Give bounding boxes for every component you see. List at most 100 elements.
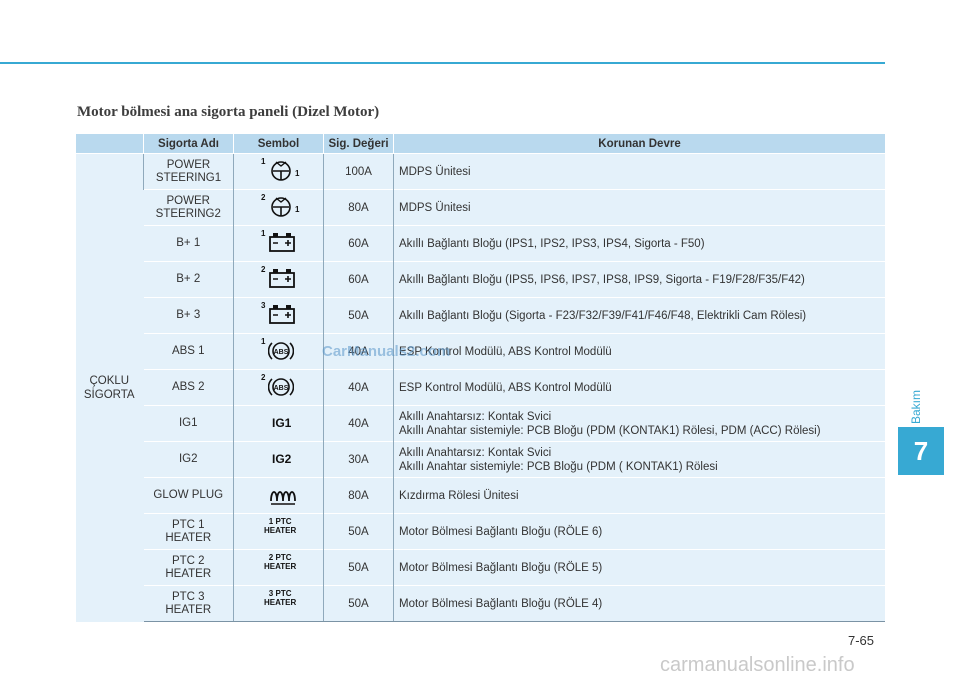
ptc-label: 2 PTC HEATER — [264, 553, 296, 571]
abs-icon: 1 ABS — [234, 334, 323, 369]
protected-circuit: Akıllı Bağlantı Bloğu (IPS5, IPS6, IPS7,… — [393, 261, 885, 298]
circuit-line: Akıllı Anahtar sistemiyle: PCB Bloğu (PD… — [399, 424, 821, 437]
protected-circuit: Akıllı Anahtarsız: Kontak Svici Akıllı An… — [393, 405, 885, 442]
table-row: IG2 IG2 30A Akıllı Anahtarsız: Kontak Svici… — [76, 441, 885, 478]
header-circuit: Korunan Devre — [393, 134, 885, 154]
fuse-name-line: ABS 2 — [171, 381, 205, 393]
ptc-number: 3 — [268, 589, 274, 598]
ptc-label: 1 PTC HEATER — [264, 517, 296, 535]
circuit-line: Akıllı Bağlantı Bloğu (Sigorta - F23/F32… — [399, 309, 807, 322]
fuse-name-line: B+ 2 — [176, 273, 201, 285]
ptc-number: 2 — [268, 553, 274, 562]
fuse-name-line: B+ 3 — [176, 309, 201, 321]
fuse-name-line: PTC 1 — [171, 518, 205, 531]
ig-label: IG1 — [272, 416, 292, 430]
fuse-symbol: 21 — [233, 189, 324, 226]
fuse-table: Sigorta Adı Sembol Sig. Değeri Korunan D… — [75, 134, 885, 622]
protected-circuit: Motor Bölmesi Bağlantı Bloğu (RÖLE 4) — [393, 585, 885, 622]
header-value: Sig. Değeri — [323, 134, 394, 154]
symbol-number: 2 — [261, 193, 266, 202]
table-row: ABS 2 2 ABS 40A ESP Kontrol Modülü, ABS Kont… — [76, 369, 885, 406]
fuse-name-line: GLOW PLUG — [153, 489, 224, 501]
ptc-text: PTC — [275, 517, 292, 526]
symbol-number: 1 — [295, 205, 300, 214]
fuse-value: 60A — [323, 261, 394, 298]
ptc-text: PTC — [275, 589, 292, 598]
header-blank — [75, 134, 144, 154]
group-label: ÇOKLU SİGORTA — [75, 153, 144, 622]
fuse-symbol: 2 PTC HEATER — [233, 549, 324, 586]
fuse-value: 60A — [323, 225, 394, 262]
fuse-symbol: 1 ABS — [233, 333, 324, 370]
fuse-name: IG2 — [143, 441, 234, 478]
fuse-name: B+ 1 — [143, 225, 234, 262]
protected-circuit: Akıllı Anahtarsız: Kontak Svici Akıllı An… — [393, 441, 885, 478]
battery-icon: 2 — [234, 262, 323, 297]
fuse-name-line: STEERING2 — [155, 207, 221, 220]
chapter-number: 7 — [898, 427, 944, 475]
table-row: B+ 3 3 50A Akıllı Bağlantı Bloğu (Sigorta -… — [76, 297, 885, 334]
fuse-symbol: 11 — [233, 153, 324, 190]
fuse-name: B+ 2 — [143, 261, 234, 298]
fuse-symbol: IG2 — [233, 441, 324, 478]
fuse-name-line: HEATER — [165, 531, 212, 544]
table-row: PTC 3 HEATER 3 PTC HEATER 50A Motor Bölmesi B… — [76, 585, 885, 622]
fuse-name: GLOW PLUG — [143, 477, 234, 514]
fuse-value: 100A — [323, 153, 394, 190]
table-row: PTC 1 HEATER 1 PTC HEATER 50A Motor Bölmesi B… — [76, 513, 885, 550]
fuse-name-line: STEERING1 — [155, 171, 222, 184]
top-rule — [0, 62, 885, 64]
ig-label: IG2 — [272, 452, 292, 466]
circuit-line: Motor Bölmesi Bağlantı Bloğu (RÖLE 6) — [399, 525, 603, 538]
svg-text:ABS: ABS — [274, 385, 289, 392]
svg-text:ABS: ABS — [274, 349, 289, 356]
fuse-name-line: PTC 3 — [171, 590, 205, 603]
protected-circuit: Motor Bölmesi Bağlantı Bloğu (RÖLE 6) — [393, 513, 885, 550]
battery-icon: 1 — [234, 226, 323, 261]
circuit-line: Akıllı Bağlantı Bloğu (IPS5, IPS6, IPS7,… — [399, 273, 805, 286]
circuit-line: MDPS Ünitesi — [399, 165, 471, 178]
protected-circuit: MDPS Ünitesi — [393, 189, 885, 226]
chapter-label: Bakım — [909, 390, 923, 425]
protected-circuit: Akıllı Bağlantı Bloğu (IPS1, IPS2, IPS3,… — [393, 225, 885, 262]
fuse-value: 50A — [323, 549, 394, 586]
fuse-name: POWER STEERING2 — [143, 189, 234, 226]
fuse-name: POWER STEERING1 — [143, 153, 234, 190]
fuse-symbol: 2 — [233, 261, 324, 298]
circuit-line: Akıllı Anahtar sistemiyle: PCB Bloğu (PD… — [399, 460, 718, 473]
symbol-number: 1 — [295, 169, 300, 178]
protected-circuit: Kızdırma Rölesi Ünitesi — [393, 477, 885, 514]
fuse-value: 50A — [323, 513, 394, 550]
fuse-symbol — [233, 477, 324, 514]
fuse-symbol: 1 — [233, 225, 324, 262]
page-title: Motor bölmesi ana sigorta paneli (Dizel … — [77, 104, 380, 120]
symbol-number: 2 — [261, 265, 266, 274]
symbol-number: 1 — [261, 337, 266, 346]
battery-icon: 3 — [234, 298, 323, 333]
glow-plug-icon — [234, 478, 323, 513]
fuse-symbol: IG1 — [233, 405, 324, 442]
fuse-name: PTC 1 HEATER — [143, 513, 234, 550]
fuse-name-line: B+ 1 — [176, 237, 201, 249]
protected-circuit: Motor Bölmesi Bağlantı Bloğu (RÖLE 5) — [393, 549, 885, 586]
ig-icon: IG2 — [234, 442, 323, 477]
fuse-name-line: POWER — [166, 158, 211, 171]
table-row: B+ 2 2 60A Akıllı Bağlantı Bloğu (IPS5, IPS… — [76, 261, 885, 298]
fuse-value: 80A — [323, 477, 394, 514]
fuse-name-line: PTC 2 — [171, 554, 205, 567]
page-number: 7-65 — [848, 633, 875, 648]
fuse-value: 40A — [323, 369, 394, 406]
steering-icon: 21 — [234, 190, 323, 225]
fuse-name: IG1 — [143, 405, 234, 442]
watermark-middle: CarManuals2.com — [322, 343, 451, 360]
table-header-row: Sigorta Adı Sembol Sig. Değeri Korunan D… — [75, 134, 885, 154]
abs-icon: 2 ABS — [234, 370, 323, 405]
symbol-number: 2 — [261, 373, 266, 382]
fuse-symbol: 3 — [233, 297, 324, 334]
table-row: POWER STEERING2 2 1 80A MDPS Ünitesi — [76, 189, 885, 226]
fuse-name: ABS 1 — [143, 333, 234, 370]
header-symbol: Sembol — [233, 134, 324, 154]
fuse-value: 40A — [323, 405, 394, 442]
protected-circuit: ESP Kontrol Modülü, ABS Kontrol Modülü — [393, 369, 885, 406]
fuse-name: B+ 3 — [143, 297, 234, 334]
